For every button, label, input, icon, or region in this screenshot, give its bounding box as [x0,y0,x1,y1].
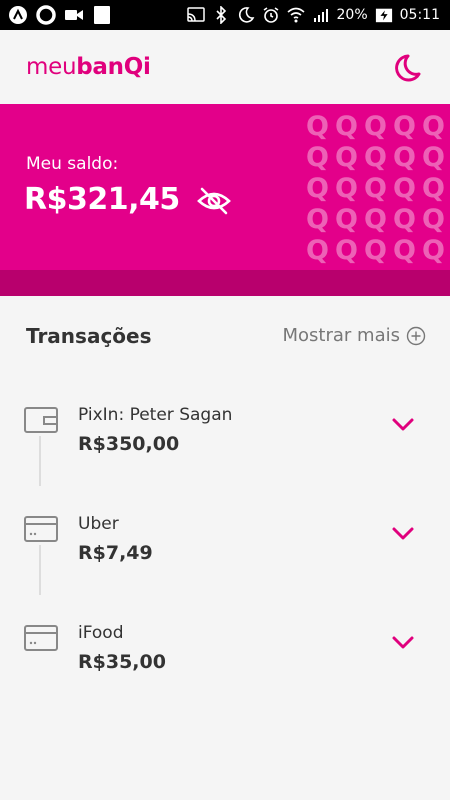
battery-charging-icon [375,5,393,25]
q-pattern-letter: Q [393,142,416,173]
moon-icon [395,54,421,82]
q-pattern-letter: Q [393,235,416,266]
q-pattern-letter: Q [422,204,445,235]
signal-icon [312,5,330,25]
q-pattern-letter: Q [335,235,358,266]
q-pattern-letter: Q [335,173,358,204]
q-pattern-letter: Q [393,204,416,235]
q-pattern-letter: Q [422,142,445,173]
system-icons: 20% 05:11 [186,5,440,25]
transactions-title: Transações [26,324,152,348]
transaction-item[interactable]: Uber R$7,49 [0,514,450,586]
show-more-button[interactable]: Mostrar mais [283,325,426,346]
card-icon [24,625,58,651]
cast-icon [186,5,205,25]
transaction-amount: R$35,00 [78,651,166,673]
balance-label: Meu saldo: [26,154,119,174]
q-pattern: QQQQQQQQQQQQQQQQQQQQQQQQQ [303,112,450,265]
q-pattern-letter: Q [306,111,329,142]
q-pattern-letter: Q [364,235,387,266]
q-pattern-letter: Q [306,173,329,204]
q-pattern-letter: Q [364,173,387,204]
app-bar: meubanQi [0,30,450,104]
battery-percent: 20% [336,7,368,23]
notification-icons [8,5,112,25]
show-more-label: Mostrar mais [282,325,400,346]
q-pattern-letter: Q [306,235,329,266]
hide-balance-button[interactable] [196,186,232,216]
app-logo: meubanQi [26,54,151,80]
eye-off-icon [197,187,231,215]
transaction-name: iFood [78,623,124,643]
transaction-name: PixIn: Peter Sagan [78,405,233,425]
dark-mode-toggle-button[interactable] [388,50,424,86]
balance-card-bottom-strip [0,270,450,296]
status-bar: 20% 05:11 [0,0,450,30]
q-pattern-letter: Q [335,142,358,173]
q-pattern-letter: Q [364,142,387,173]
app-a-icon [8,5,28,25]
transaction-amount: R$350,00 [78,433,180,455]
chevron-down-icon[interactable] [390,633,416,653]
alarm-icon [262,5,280,25]
q-pattern-letter: Q [393,111,416,142]
plus-circle-icon [406,326,426,345]
circle-app-icon [36,5,56,25]
q-pattern-letter: Q [306,204,329,235]
q-pattern-letter: Q [422,111,445,142]
q-pattern-letter: Q [364,111,387,142]
q-pattern-letter: Q [422,235,445,266]
bluetooth-icon [212,5,230,25]
q-pattern-letter: Q [306,142,329,173]
q-pattern-letter: Q [422,173,445,204]
q-pattern-letter: Q [335,204,358,235]
transaction-item[interactable]: iFood R$35,00 [0,623,450,695]
balance-value: R$321,45 [24,182,180,217]
card-icon [24,516,58,542]
notification-square-icon [92,5,112,25]
do-not-disturb-moon-icon [237,5,255,25]
q-pattern-letter: Q [393,173,416,204]
wifi-icon [286,5,305,25]
transaction-amount: R$7,49 [78,542,153,564]
chevron-down-icon[interactable] [390,415,416,435]
balance-card: QQQQQQQQQQQQQQQQQQQQQQQQQ Meu saldo: R$3… [0,104,450,270]
clock: 05:11 [399,7,440,23]
wallet-icon [24,407,58,433]
transaction-item[interactable]: PixIn: Peter Sagan R$350,00 [0,405,450,477]
q-pattern-letter: Q [335,111,358,142]
q-pattern-letter: Q [364,204,387,235]
transaction-name: Uber [78,514,119,534]
video-camera-icon [64,5,84,25]
chevron-down-icon[interactable] [390,524,416,544]
